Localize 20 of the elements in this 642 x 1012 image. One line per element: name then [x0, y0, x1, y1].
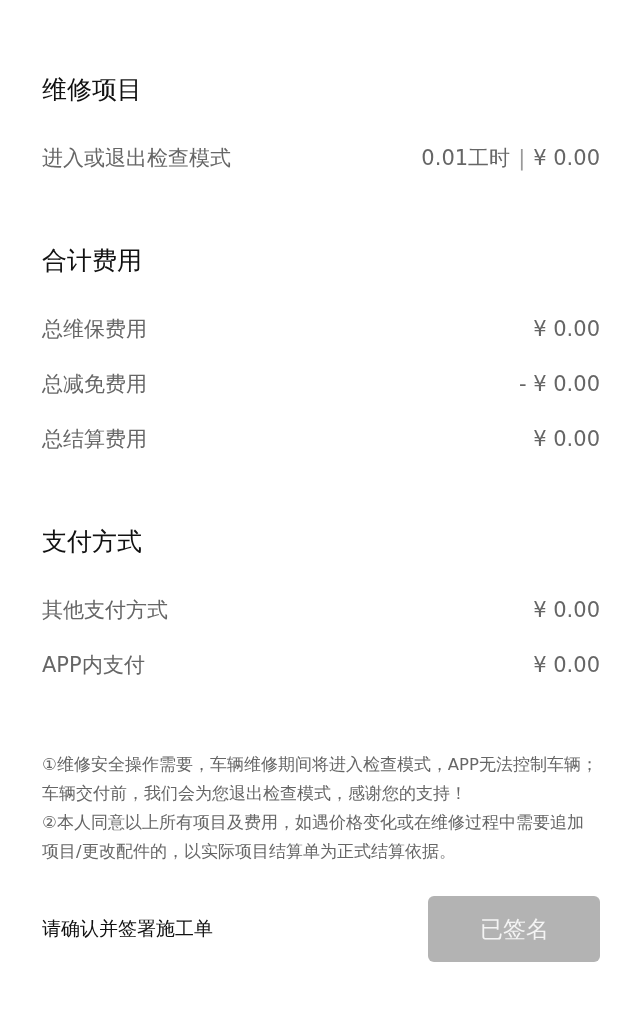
amount: ¥ 0.00 — [533, 145, 600, 170]
amount: ¥ 0.00 — [533, 597, 600, 622]
section-title: 维修项目 — [42, 74, 143, 106]
item-label: 进入或退出检查模式 — [42, 144, 231, 172]
sign-prompt: 请确认并签署施工单 — [42, 916, 213, 941]
separator: | — [518, 145, 526, 170]
item-label: 总减免费用 — [42, 370, 147, 398]
section-title: 支付方式 — [42, 526, 143, 558]
section-title: 合计费用 — [42, 245, 143, 277]
amount: - ¥ 0.00 — [518, 371, 600, 396]
amount: ¥ 0.00 — [533, 316, 600, 341]
amount: ¥ 0.00 — [533, 426, 600, 451]
labor-hours: 0.01工时 — [421, 144, 511, 172]
item-label: 总维保费用 — [42, 315, 147, 343]
item-label: 其他支付方式 — [42, 596, 168, 624]
item-label: APP内支付 — [42, 651, 145, 679]
item-label: 总结算费用 — [42, 425, 147, 453]
note-text: ②本人同意以上所有项目及费用，如遇价格变化或在维修过程中需要追加项目/更改配件的，以实际项目结算单为正式结算依据。 — [42, 812, 585, 863]
note-text: ①维修安全操作需要，车辆维修期间将进入检查模式，APP无法控制车辆；车辆交付前，我们会为您退出检查模式，感谢您的支持！ — [42, 754, 599, 805]
amount: ¥ 0.00 — [533, 652, 600, 677]
